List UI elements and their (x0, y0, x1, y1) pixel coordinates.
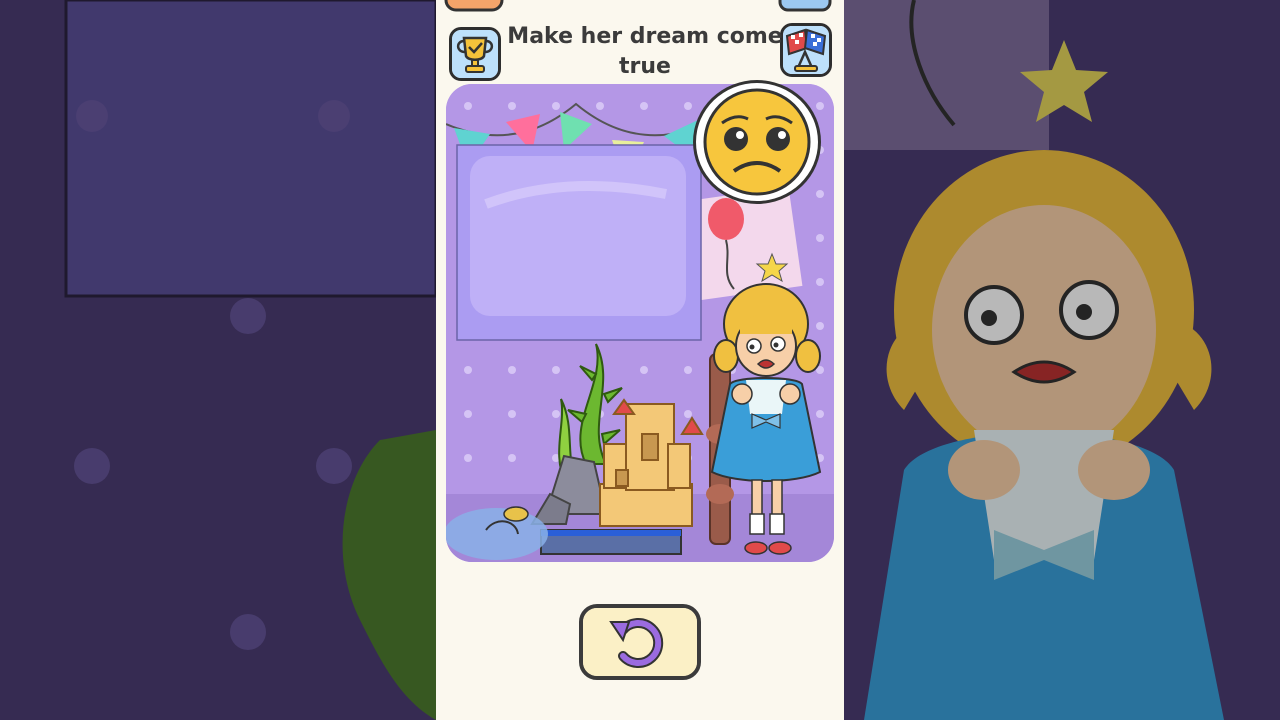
blurred-backdrop-left (0, 0, 436, 720)
checkered-flag-icon (783, 26, 829, 74)
pleading-face-icon (703, 88, 811, 196)
undo-arrow-icon (583, 608, 697, 676)
trophy-icon (452, 30, 498, 78)
level-title: Make her dream come true (507, 24, 783, 79)
blurred-backdrop-right (844, 0, 1280, 720)
checkered-flag-button[interactable] (780, 23, 832, 77)
trophy-button[interactable] (449, 27, 501, 81)
backdrop-left-art (0, 0, 436, 720)
mood-bubble (693, 80, 821, 204)
undo-button[interactable] (579, 604, 701, 680)
backdrop-right-art (844, 0, 1280, 720)
photo-frame (456, 144, 702, 341)
